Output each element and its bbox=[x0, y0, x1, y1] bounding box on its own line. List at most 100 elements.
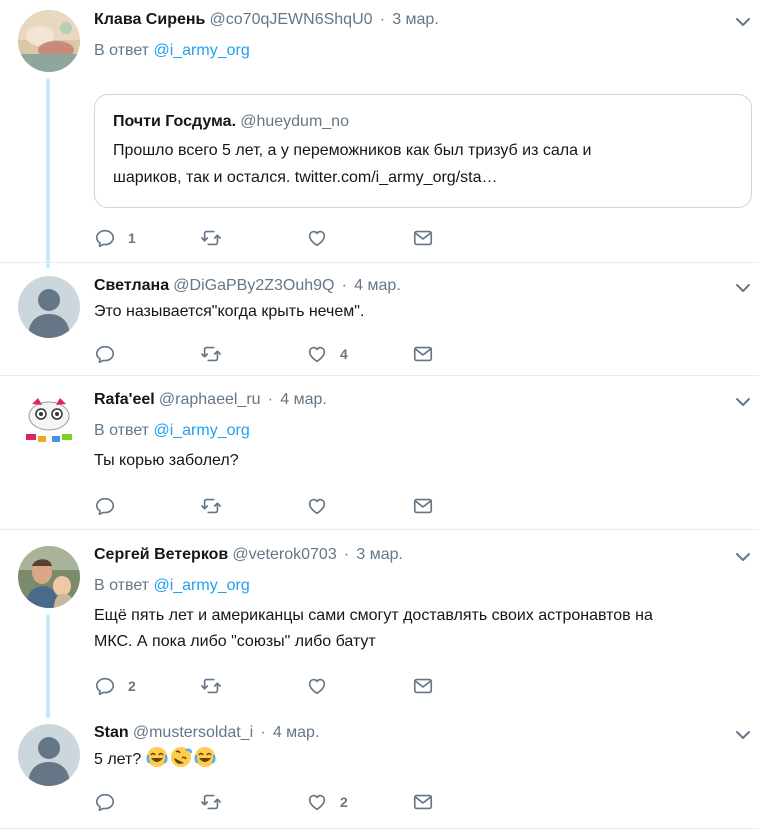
reply-count: 2 bbox=[128, 678, 136, 694]
chevron-down-icon[interactable] bbox=[735, 549, 751, 565]
reply-icon bbox=[95, 793, 115, 812]
retweet-button[interactable] bbox=[200, 790, 222, 814]
thread-line bbox=[46, 614, 50, 718]
chevron-down-icon[interactable] bbox=[735, 394, 751, 410]
tweet-text: Ещё пять лет и американцы сами смогут до… bbox=[94, 603, 747, 655]
chevron-down-icon[interactable] bbox=[735, 14, 751, 30]
chevron-down-icon[interactable] bbox=[735, 727, 751, 743]
message-button[interactable] bbox=[412, 342, 434, 366]
author-handle[interactable]: @DiGaPBy2Z3Ouh9Q bbox=[173, 277, 334, 294]
avatar[interactable] bbox=[18, 724, 80, 786]
retweet-icon bbox=[201, 794, 221, 810]
reply-icon bbox=[95, 345, 115, 364]
retweet-button[interactable] bbox=[200, 342, 222, 366]
divider bbox=[0, 828, 759, 829]
reply-count: 1 bbox=[128, 230, 136, 246]
avatar[interactable] bbox=[18, 276, 80, 338]
separator-dot: · bbox=[379, 11, 386, 28]
reply-to-link[interactable]: @i_army_org bbox=[153, 577, 249, 594]
message-button[interactable] bbox=[412, 494, 434, 518]
quoted-tweet[interactable]: Почти Госдума. @hueydum_no Прошло всего … bbox=[94, 94, 752, 208]
action-bar: 4 bbox=[94, 342, 434, 366]
reply-button[interactable]: 2 bbox=[94, 674, 136, 698]
face-with-tears-of-joy-icon bbox=[194, 747, 216, 767]
retweet-button[interactable] bbox=[200, 494, 222, 518]
chevron-down-icon[interactable] bbox=[735, 280, 751, 296]
like-icon bbox=[308, 498, 326, 515]
tweet-date[interactable]: 4 мар. bbox=[273, 724, 320, 741]
tweet-date[interactable]: 4 мар. bbox=[354, 277, 401, 294]
like-count: 4 bbox=[340, 346, 348, 362]
author-name[interactable]: Сергей Ветерков bbox=[94, 546, 228, 563]
tweet-5[interactable]: Stan @mustersoldat_i · 4 мар. 5 лет? 2 bbox=[0, 710, 759, 828]
like-icon bbox=[308, 230, 326, 247]
like-button[interactable]: 2 bbox=[306, 790, 348, 814]
reply-context: В ответ @i_army_org bbox=[94, 40, 747, 62]
retweet-button[interactable] bbox=[200, 674, 222, 698]
tweet-text-value: 5 лет? bbox=[94, 751, 142, 768]
reply-icon bbox=[95, 677, 115, 696]
quoted-author-name: Почти Госдума. bbox=[113, 113, 237, 130]
author-handle[interactable]: @raphaeel_ru bbox=[159, 391, 261, 408]
thread-line bbox=[46, 78, 50, 268]
like-count: 2 bbox=[340, 794, 348, 810]
message-button[interactable] bbox=[412, 674, 434, 698]
author-name[interactable]: Stan bbox=[94, 724, 129, 741]
rolling-on-floor-laughing-icon bbox=[170, 747, 192, 767]
reply-prefix: В ответ bbox=[94, 422, 154, 439]
avatar[interactable] bbox=[18, 546, 80, 608]
tweet-1[interactable]: Клава Сирень @co70qJEWN6ShqU0 · 3 мар. В… bbox=[0, 0, 759, 268]
action-bar: 2 bbox=[94, 790, 434, 814]
message-button[interactable] bbox=[412, 226, 434, 250]
retweet-icon bbox=[201, 678, 221, 694]
tweet-2[interactable]: Светлана @DiGaPBy2Z3Ouh9Q · 4 мар. Это н… bbox=[0, 263, 759, 375]
message-icon bbox=[413, 230, 433, 246]
tweet-text: Это называется"когда крыть нечем". bbox=[94, 303, 365, 320]
reply-icon bbox=[95, 229, 115, 248]
message-icon bbox=[413, 678, 433, 694]
separator-dot: · bbox=[341, 277, 347, 294]
tweet-text-line: МКС. А пока либо "союзы" либо батут bbox=[94, 633, 376, 650]
retweet-button[interactable] bbox=[200, 226, 222, 250]
author-handle[interactable]: @co70qJEWN6ShqU0 bbox=[210, 11, 373, 28]
reply-icon bbox=[95, 497, 115, 516]
like-button[interactable]: 4 bbox=[306, 342, 348, 366]
tweet-text: Ты корью заболел? bbox=[94, 452, 239, 469]
tweet-feed: Клава Сирень @co70qJEWN6ShqU0 · 3 мар. В… bbox=[0, 0, 759, 831]
avatar[interactable] bbox=[18, 390, 80, 452]
like-icon bbox=[308, 346, 326, 363]
author-name[interactable]: Светлана bbox=[94, 277, 169, 294]
retweet-icon bbox=[201, 346, 221, 362]
reply-button[interactable] bbox=[94, 494, 116, 518]
tweet-3[interactable]: Rafa'eel @raphaeel_ru · 4 мар. В ответ @… bbox=[0, 376, 759, 529]
separator-dot: · bbox=[260, 724, 266, 741]
reply-button[interactable]: 1 bbox=[94, 226, 136, 250]
author-name[interactable]: Rafa'eel bbox=[94, 391, 155, 408]
reply-button[interactable] bbox=[94, 342, 116, 366]
retweet-icon bbox=[201, 230, 221, 246]
like-icon bbox=[308, 794, 326, 811]
message-icon bbox=[413, 346, 433, 362]
like-icon bbox=[308, 678, 326, 695]
separator-dot: · bbox=[343, 546, 350, 563]
avatar[interactable] bbox=[18, 10, 80, 72]
tweet-date[interactable]: 3 мар. bbox=[356, 546, 403, 563]
author-handle[interactable]: @mustersoldat_i bbox=[133, 724, 253, 741]
quoted-text-line: шариков, так и остался. twitter.com/i_ar… bbox=[113, 169, 498, 186]
author-name[interactable]: Клава Сирень bbox=[94, 11, 205, 28]
tweet-date[interactable]: 3 мар. bbox=[392, 11, 439, 28]
like-button[interactable] bbox=[306, 494, 328, 518]
like-button[interactable] bbox=[306, 674, 328, 698]
tweet-4[interactable]: Сергей Ветерков @veterok0703 · 3 мар. В … bbox=[0, 530, 759, 718]
reply-context: В ответ @i_army_org bbox=[94, 575, 747, 597]
action-bar: 2 bbox=[94, 674, 434, 698]
retweet-icon bbox=[201, 498, 221, 514]
quoted-text-line: Прошло всего 5 лет, а у переможников как… bbox=[113, 142, 592, 159]
author-handle[interactable]: @veterok0703 bbox=[232, 546, 336, 563]
reply-to-link[interactable]: @i_army_org bbox=[153, 422, 249, 439]
tweet-date[interactable]: 4 мар. bbox=[280, 391, 327, 408]
reply-button[interactable] bbox=[94, 790, 116, 814]
message-button[interactable] bbox=[412, 790, 434, 814]
reply-to-link[interactable]: @i_army_org bbox=[153, 42, 249, 59]
like-button[interactable] bbox=[306, 226, 328, 250]
